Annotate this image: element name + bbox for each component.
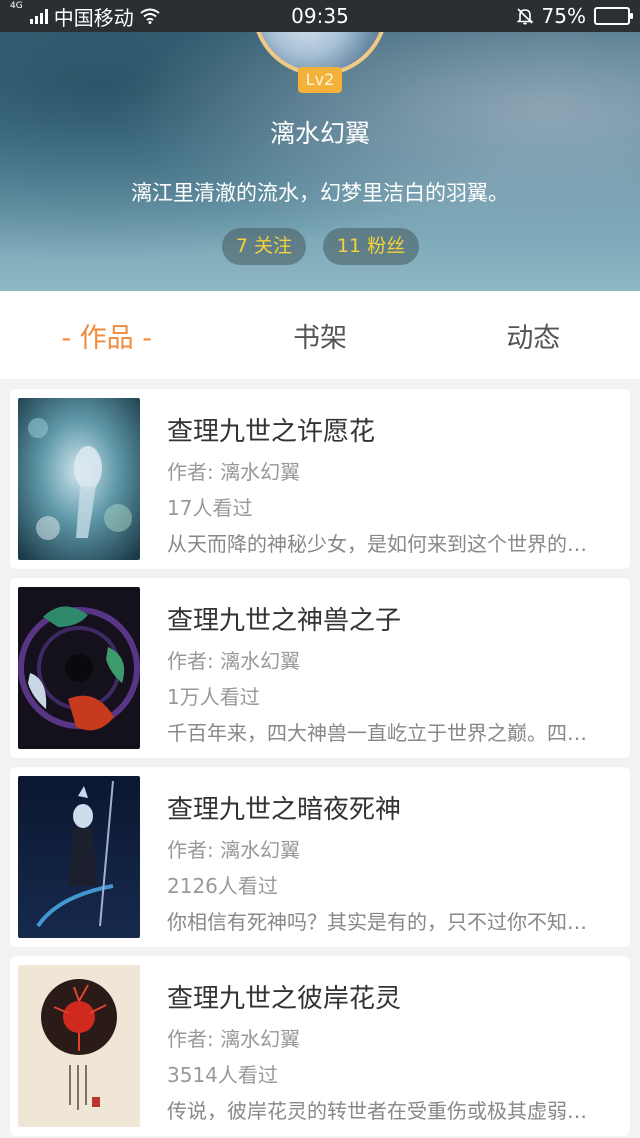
book-card[interactable]: 查理九世之暗夜死神 作者: 漓水幻翼 2126人看过 你相信有死神吗？其实是有的…: [10, 767, 630, 947]
tab-activity[interactable]: 动态: [427, 291, 640, 379]
book-author: 作者: 漓水幻翼: [167, 838, 301, 862]
battery-icon: [594, 7, 633, 25]
signal-icon: [29, 8, 48, 24]
book-description: 传说，彼岸花灵的转世者在受重伤或极其虚弱…: [167, 1099, 587, 1123]
book-info: 查理九世之彼岸花灵 作者: 漓水幻翼 3514人看过 传说，彼岸花灵的转世者在受…: [167, 978, 613, 1124]
book-info: 查理九世之许愿花 作者: 漓水幻翼 17人看过 从天而降的神秘少女，是如何来到这…: [167, 411, 613, 557]
book-author: 作者: 漓水幻翼: [167, 1027, 301, 1051]
book-info: 查理九世之暗夜死神 作者: 漓水幻翼 2126人看过 你相信有死神吗？其实是有的…: [167, 789, 613, 935]
book-title: 查理九世之神兽之子: [167, 606, 402, 636]
profile-tabs: - 作品 - 书架 动态: [0, 291, 640, 379]
book-views: 17人看过: [167, 496, 253, 520]
level-badge: Lv2: [298, 67, 342, 93]
silent-bell-icon: [516, 8, 533, 25]
book-title: 查理九世之许愿花: [167, 417, 376, 447]
book-views: 2126人看过: [167, 874, 278, 898]
book-description: 从天而降的神秘少女，是如何来到这个世界的…: [167, 532, 587, 556]
tab-works[interactable]: - 作品 -: [0, 291, 213, 379]
wifi-icon: [140, 8, 160, 24]
profile-name: 漓水幻翼: [269, 119, 370, 148]
book-cover-image: [18, 965, 140, 1127]
profile-bio: 漓江里清澈的流水，幻梦里洁白的羽翼。: [131, 181, 509, 205]
book-views: 1万人看过: [167, 685, 260, 709]
battery-percent: 75%: [541, 4, 586, 28]
book-author: 作者: 漓水幻翼: [167, 460, 301, 484]
book-card[interactable]: 查理九世之许愿花 作者: 漓水幻翼 17人看过 从天而降的神秘少女，是如何来到这…: [10, 389, 630, 569]
book-cover-image: [18, 776, 140, 938]
book-description: 千百年来，四大神兽一直屹立于世界之巅。四…: [167, 721, 587, 745]
book-title: 查理九世之彼岸花灵: [167, 984, 402, 1014]
book-info: 查理九世之神兽之子 作者: 漓水幻翼 1万人看过 千百年来，四大神兽一直屹立于世…: [167, 600, 613, 746]
following-button[interactable]: 7 关注: [222, 228, 306, 265]
book-title: 查理九世之暗夜死神: [167, 795, 402, 825]
book-views: 3514人看过: [167, 1063, 278, 1087]
network-type-label: 4G: [10, 0, 23, 11]
book-cover-image: [18, 398, 140, 560]
followers-button[interactable]: 11 粉丝: [323, 228, 419, 265]
book-card[interactable]: 查理九世之神兽之子 作者: 漓水幻翼 1万人看过 千百年来，四大神兽一直屹立于世…: [10, 578, 630, 758]
status-bar: 4G 中国移动 09:35 75%: [0, 0, 640, 32]
book-cover-image: [18, 587, 140, 749]
works-list: 查理九世之许愿花 作者: 漓水幻翼 17人看过 从天而降的神秘少女，是如何来到这…: [10, 389, 630, 1138]
book-card[interactable]: 查理九世之彼岸花灵 作者: 漓水幻翼 3514人看过 传说，彼岸花灵的转世者在受…: [10, 956, 630, 1136]
book-author: 作者: 漓水幻翼: [167, 649, 301, 673]
carrier-label: 中国移动: [53, 5, 134, 30]
tab-bookshelf[interactable]: 书架: [213, 291, 426, 379]
profile-header: Lv2 漓水幻翼 漓江里清澈的流水，幻梦里洁白的羽翼。 7 关注 11 粉丝: [0, 32, 640, 291]
status-right: 75%: [516, 4, 633, 28]
status-left: 4G 中国移动: [10, 0, 516, 31]
book-description: 你相信有死神吗？其实是有的，只不过你不知…: [167, 910, 587, 934]
